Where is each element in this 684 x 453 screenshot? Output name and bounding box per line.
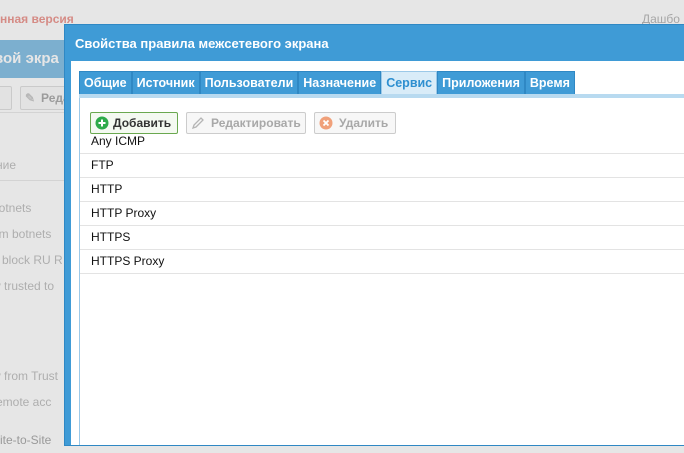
dialog-title: Свойства правила межсетевого экрана [75, 36, 329, 51]
service-list: Any ICMP FTP HTTP HTTP Proxy HTTPS HTTPS… [80, 130, 684, 274]
firewall-rule-dialog: Свойства правила межсетевого экрана Общи… [64, 24, 684, 446]
tab-general[interactable]: Общие [79, 71, 132, 94]
tab-time[interactable]: Время [524, 71, 575, 94]
tab-applications[interactable]: Приложения [437, 71, 525, 94]
service-row[interactable]: HTTPS [80, 226, 684, 250]
service-panel: Добавить Редактировать Удалить Any ICMP … [79, 98, 684, 445]
plus-circle-icon [95, 116, 109, 130]
service-row[interactable]: FTP [80, 154, 684, 178]
service-row[interactable]: HTTP [80, 178, 684, 202]
dialog-body: Общие Источник Пользователи Назначение Серви… [71, 61, 684, 445]
service-row[interactable]: HTTPS Proxy [80, 250, 684, 274]
tab-bar: Общие Источник Пользователи Назначение Серви… [79, 71, 575, 94]
pencil-icon [191, 117, 204, 130]
service-row[interactable]: Any ICMP [80, 130, 684, 154]
tab-source[interactable]: Источник [131, 71, 200, 94]
delete-circle-icon [319, 116, 333, 130]
service-row[interactable]: HTTP Proxy [80, 202, 684, 226]
tab-destination[interactable]: Назначение [298, 71, 382, 94]
tab-users[interactable]: Пользователи [199, 71, 299, 94]
tab-service[interactable]: Сервис [381, 71, 438, 94]
